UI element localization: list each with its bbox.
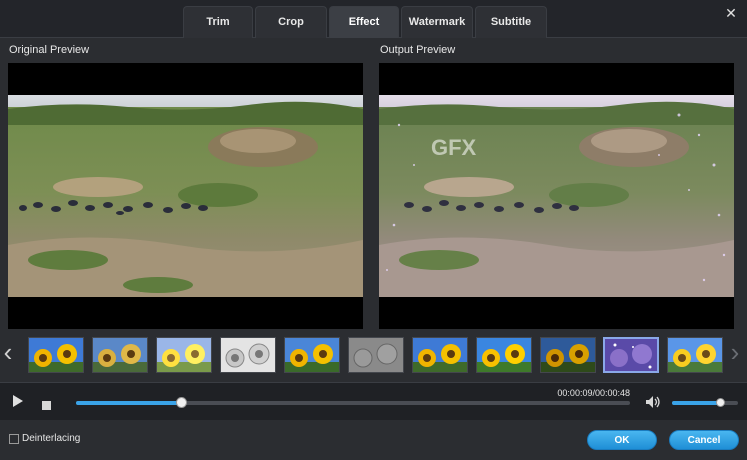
filter-thumb[interactable] xyxy=(284,337,340,373)
time-readout: 00:00:09/00:00:48 xyxy=(557,388,630,398)
deinterlacing-checkbox[interactable] xyxy=(9,434,19,444)
volume-icon[interactable] xyxy=(645,395,661,414)
ok-button[interactable]: OK xyxy=(587,430,657,450)
output-preview-label: Output Preview xyxy=(380,44,456,56)
dialog-footer: Deinterlacing OK Cancel xyxy=(0,421,747,460)
tabs-container: Trim Crop Effect Watermark Subtitle xyxy=(183,6,549,38)
stop-icon[interactable] xyxy=(42,397,51,415)
filter-thumb[interactable] xyxy=(220,337,276,373)
playback-bar: 00:00:09/00:00:48 xyxy=(0,382,747,420)
filter-thumb[interactable] xyxy=(28,337,84,373)
volume-fill xyxy=(672,401,721,405)
tab-bar: Trim Crop Effect Watermark Subtitle ✕ xyxy=(0,0,747,38)
progress-handle[interactable] xyxy=(176,397,188,408)
tab-trim[interactable]: Trim xyxy=(183,6,253,38)
volume-slider[interactable] xyxy=(672,398,738,407)
filter-thumb[interactable] xyxy=(348,337,404,373)
filter-strip: ‹ › xyxy=(0,333,747,377)
tab-watermark[interactable]: Watermark xyxy=(401,6,473,38)
watermark-logo: GFX xyxy=(431,135,477,160)
original-preview-label: Original Preview xyxy=(9,44,90,56)
volume-handle[interactable] xyxy=(716,398,726,407)
filter-thumb-selected[interactable] xyxy=(603,337,659,373)
cancel-button[interactable]: Cancel xyxy=(669,430,739,450)
chevron-right-icon[interactable]: › xyxy=(727,333,743,373)
filter-thumb[interactable] xyxy=(540,337,596,373)
tab-crop[interactable]: Crop xyxy=(255,6,327,38)
close-icon[interactable]: ✕ xyxy=(724,6,738,20)
original-video-frame xyxy=(8,95,363,297)
tab-effect[interactable]: Effect xyxy=(329,6,399,38)
filter-thumb[interactable] xyxy=(156,337,212,373)
output-video-frame xyxy=(379,95,734,297)
original-preview xyxy=(8,63,363,329)
tab-subtitle[interactable]: Subtitle xyxy=(475,6,547,38)
filter-thumb[interactable] xyxy=(92,337,148,373)
play-icon[interactable] xyxy=(12,394,24,413)
filter-thumb[interactable] xyxy=(412,337,468,373)
filter-thumb[interactable] xyxy=(667,337,723,373)
progress-fill xyxy=(76,401,182,405)
progress-track[interactable] xyxy=(76,397,630,408)
chevron-left-icon[interactable]: ‹ xyxy=(0,333,16,373)
filter-thumb[interactable] xyxy=(476,337,532,373)
deinterlacing-label: Deinterlacing xyxy=(22,433,81,444)
output-preview: GFX xyxy=(379,63,734,329)
